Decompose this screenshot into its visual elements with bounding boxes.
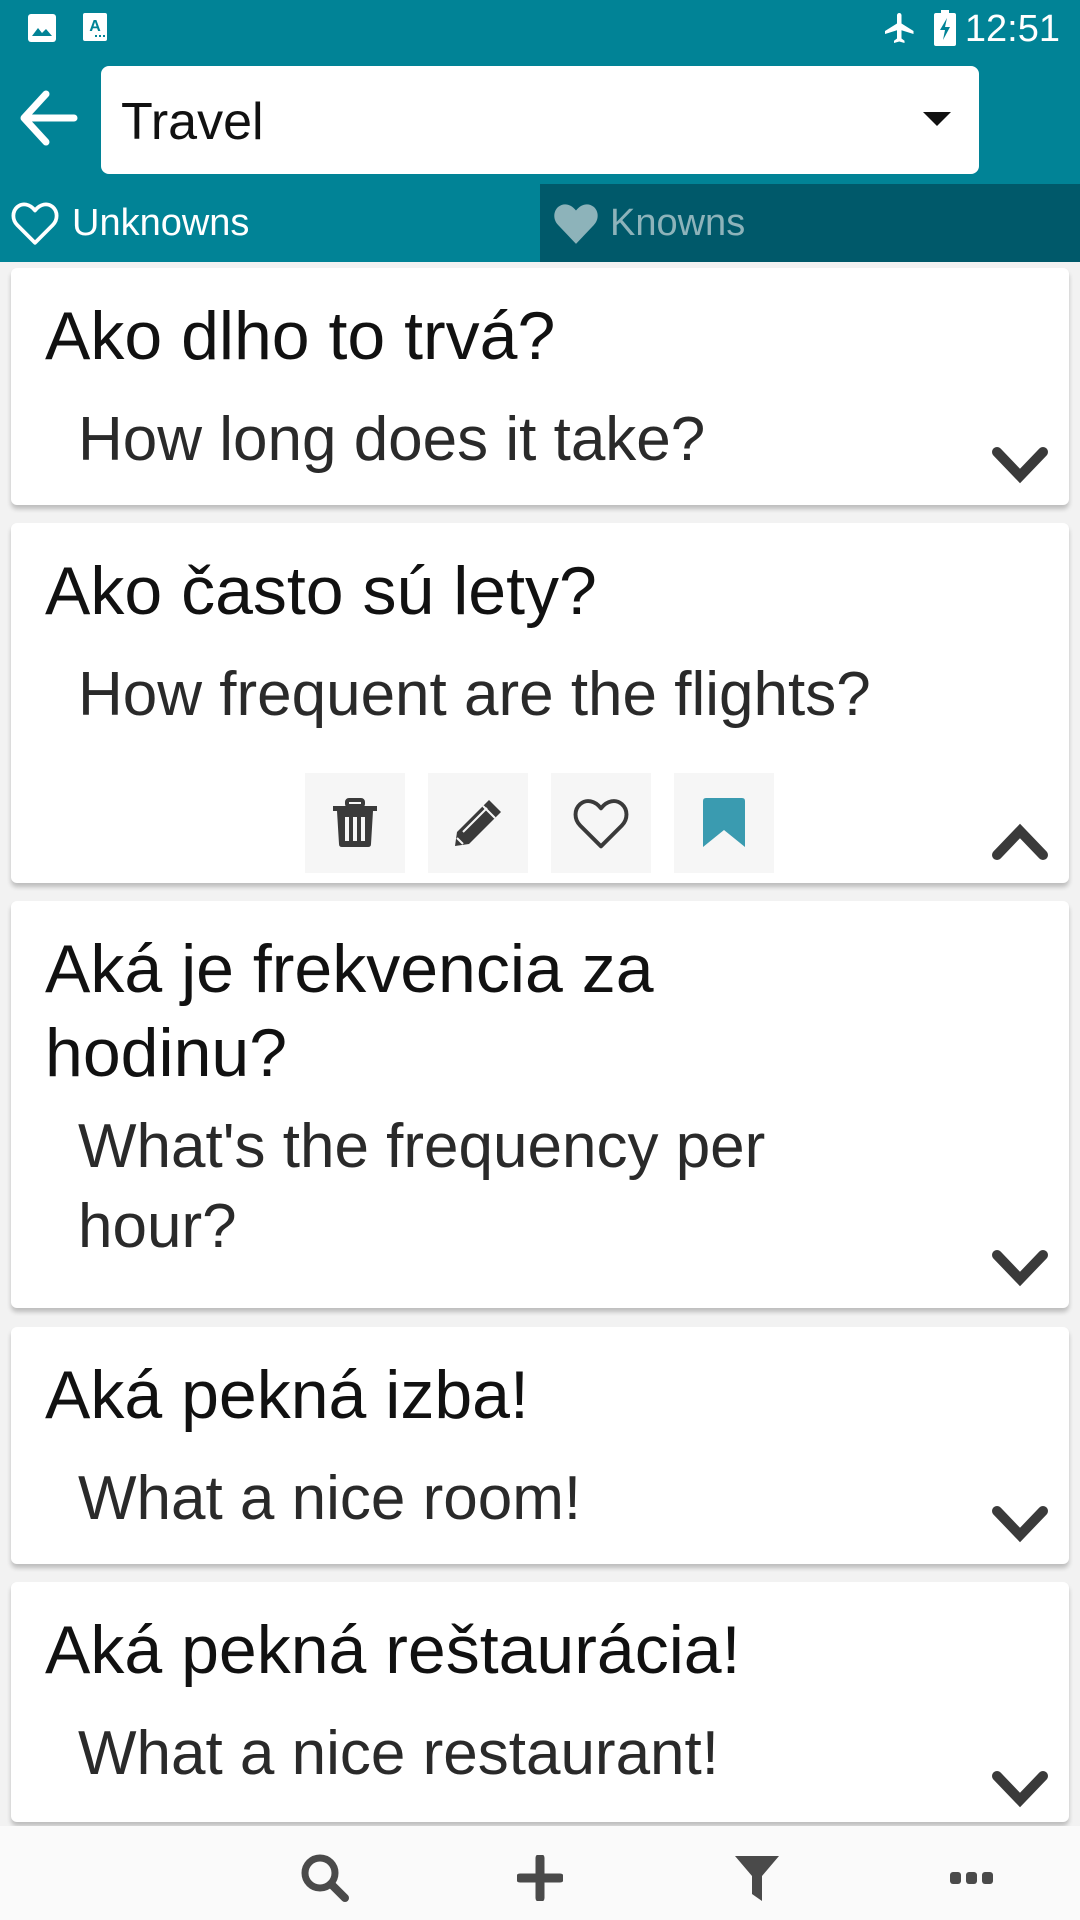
phrase-card[interactable]: Ako dlho to trvá? How long does it take? xyxy=(11,268,1069,505)
airplane-mode-icon xyxy=(882,10,918,51)
filter-icon xyxy=(735,1856,779,1901)
expand-button[interactable] xyxy=(991,446,1049,484)
battery-charging-icon xyxy=(934,10,956,51)
heart-filled-icon xyxy=(550,200,602,251)
phrase-native: Ako často sú lety? xyxy=(45,553,597,629)
bottom-toolbar xyxy=(0,1826,1080,1920)
category-dropdown-value: Travel xyxy=(121,93,264,151)
keyboard-a-icon: A xyxy=(83,13,107,48)
phrase-translation: What a nice room! xyxy=(78,1464,582,1533)
phrase-translation: What a nice restaurant! xyxy=(78,1719,719,1788)
expand-button[interactable] xyxy=(991,1770,1049,1808)
heart-outline-icon xyxy=(10,200,60,251)
plus-icon xyxy=(517,1855,563,1901)
phrase-native: Ako dlho to trvá? xyxy=(45,298,556,374)
chevron-down-icon xyxy=(992,1250,1048,1287)
bookmark-icon xyxy=(703,798,745,847)
arrow-left-icon xyxy=(20,90,78,146)
search-button[interactable] xyxy=(295,1848,355,1908)
expand-button[interactable] xyxy=(991,1505,1049,1543)
dropdown-caret-icon xyxy=(923,112,951,126)
phrase-actions xyxy=(305,773,774,873)
phrase-native: Aká je frekvencia za hodinu? xyxy=(45,931,654,1091)
phrase-card[interactable]: Aká pekná reštaurácia! What a nice resta… xyxy=(11,1582,1069,1822)
tab-knowns-label: Knowns xyxy=(610,202,746,244)
phrase-native: Aká pekná izba! xyxy=(45,1357,529,1433)
back-button[interactable] xyxy=(18,90,84,150)
tab-unknowns-label: Unknowns xyxy=(72,202,250,244)
phrase-card[interactable]: Aká je frekvencia za hodinu? What's the … xyxy=(11,901,1069,1308)
phrase-card[interactable]: Aká pekná izba! What a nice room! xyxy=(11,1327,1069,1564)
chevron-up-icon xyxy=(992,823,1048,860)
clock: 12:51 xyxy=(964,8,1060,50)
app-header: Travel xyxy=(0,62,1080,184)
tab-knowns[interactable]: Knowns xyxy=(540,184,1080,262)
image-icon xyxy=(27,13,57,48)
tab-bar: Unknowns Knowns xyxy=(0,184,1080,262)
chevron-down-icon xyxy=(992,447,1048,484)
more-icon xyxy=(950,1872,993,1884)
search-icon xyxy=(301,1854,349,1902)
collapse-button[interactable] xyxy=(991,823,1049,861)
phrase-translation: How frequent are the flights? xyxy=(78,660,871,729)
delete-button[interactable] xyxy=(305,773,405,873)
phrase-native: Aká pekná reštaurácia! xyxy=(45,1612,741,1688)
filter-button[interactable] xyxy=(727,1848,787,1908)
phrase-translation: What's the frequency per hour? xyxy=(78,1112,766,1261)
phrase-card-expanded[interactable]: Ako často sú lety? How frequent are the … xyxy=(11,523,1069,883)
phrase-translation: How long does it take? xyxy=(78,405,706,474)
edit-button[interactable] xyxy=(428,773,528,873)
chevron-down-icon xyxy=(992,1771,1048,1808)
expand-button[interactable] xyxy=(991,1249,1049,1287)
category-dropdown[interactable]: Travel xyxy=(101,66,979,174)
more-button[interactable] xyxy=(942,1848,1002,1908)
add-button[interactable] xyxy=(510,1848,570,1908)
favorite-button[interactable] xyxy=(551,773,651,873)
chevron-down-icon xyxy=(992,1506,1048,1543)
bookmark-button[interactable] xyxy=(674,773,774,873)
tab-unknowns[interactable]: Unknowns xyxy=(0,184,540,262)
heart-outline-icon xyxy=(573,799,629,849)
pencil-icon xyxy=(455,800,501,846)
svg-text:A: A xyxy=(89,18,101,35)
trash-icon xyxy=(333,798,377,847)
status-bar: A 12:51 xyxy=(0,0,1080,62)
